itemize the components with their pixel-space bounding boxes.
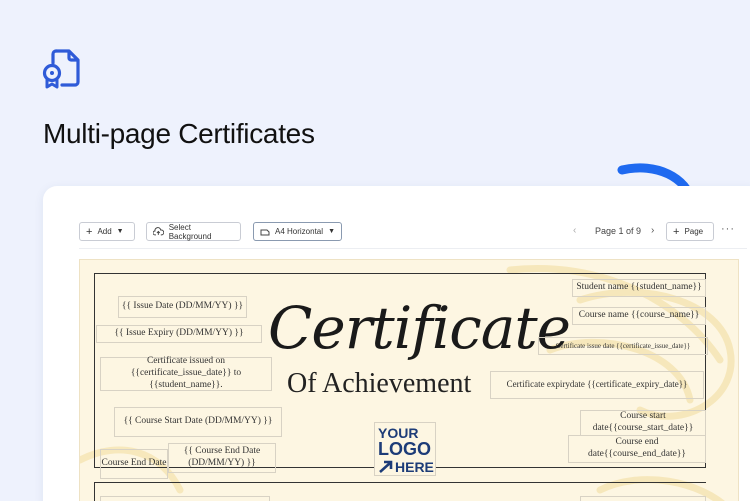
course-start-date-field[interactable]: {{ Course Start Date (DD/MM/YY) }} — [114, 407, 282, 437]
add-button[interactable]: + Add ▼ — [79, 222, 135, 241]
add-page-button[interactable]: + Page — [666, 222, 714, 241]
course-end-line: date{{course_end_date}} — [588, 449, 686, 459]
arrow-up-right-icon — [379, 460, 393, 473]
editor-toolbar: + Add ▼ Select Background A4 Horizontal … — [79, 222, 750, 242]
certificate-subtitle[interactable]: Of Achievement — [287, 368, 471, 400]
course-start-line: date{{course_start_date}} — [592, 423, 694, 433]
editor-panel: + Add ▼ Select Background A4 Horizontal … — [43, 186, 750, 501]
lower-field[interactable] — [580, 496, 706, 501]
course-end-date-field[interactable]: {{ Course End Date (DD/MM/YY) }} — [168, 443, 276, 473]
certificate-canvas[interactable]: Certificate Of Achievement {{ Issue Date… — [79, 259, 739, 501]
more-options-icon[interactable]: ··· — [721, 223, 735, 235]
page-title: Multi-page Certificates — [43, 118, 315, 149]
student-name-field[interactable]: Student name {{student_name}} — [572, 279, 706, 297]
add-page-label: Page — [684, 227, 704, 236]
issued-on-line: {{student_name}}. — [149, 379, 223, 390]
certificate-expiry-field[interactable]: Certificate expirydate {{certificate_exp… — [490, 371, 704, 399]
certificate-title[interactable]: Certificate — [268, 294, 571, 362]
issued-on-line: Certificate issued on — [146, 356, 226, 367]
page-size-select[interactable]: A4 Horizontal ▼ — [253, 222, 342, 241]
add-button-label: Add — [97, 227, 112, 236]
course-start-field[interactable]: Course start date{{course_start_date}} — [580, 410, 706, 436]
plus-icon: + — [86, 225, 93, 238]
caret-down-icon: ▼ — [328, 228, 335, 235]
certificate-document-icon — [42, 49, 80, 89]
course-name-field[interactable]: Course name {{course_name}} — [572, 307, 706, 325]
page-indicator: Page 1 of 9 — [595, 226, 642, 236]
caret-down-icon: ▼ — [116, 228, 124, 235]
cloud-upload-icon — [153, 227, 164, 236]
select-background-button[interactable]: Select Background — [146, 222, 241, 241]
page-icon — [260, 229, 270, 235]
issued-on-line: {{certificate_issue_date}} to — [130, 368, 242, 379]
logo-text: LOGO — [378, 439, 431, 459]
issued-on-field[interactable]: Certificate issued on {{certificate_issu… — [100, 356, 272, 391]
page-size-label: A4 Horizontal — [275, 227, 324, 236]
course-end-line: Course end — [615, 437, 659, 448]
select-background-label: Select Background — [168, 222, 212, 241]
chevron-left-icon[interactable]: ‹ — [573, 225, 576, 236]
toolbar-divider — [79, 248, 747, 249]
course-end-label-field[interactable]: Course End Date — [100, 449, 168, 479]
certificate-issue-date-field[interactable]: Certificate issue date {{certificate_iss… — [538, 337, 708, 355]
course-start-line: Course start — [620, 411, 666, 422]
logo-text: HERE — [395, 459, 434, 475]
issue-expiry-field[interactable]: {{ Issue Expiry (DD/MM/YY) }} — [96, 325, 262, 343]
course-end-date-line: {{ Course End Date — [183, 446, 261, 457]
lower-field[interactable] — [100, 496, 270, 501]
issue-date-field[interactable]: {{ Issue Date (DD/MM/YY) }} — [118, 296, 247, 318]
chevron-right-icon[interactable]: › — [651, 225, 654, 236]
course-end-field[interactable]: Course end date{{course_end_date}} — [568, 435, 706, 463]
plus-icon: + — [673, 225, 680, 238]
course-end-date-line: (DD/MM/YY) }} — [188, 458, 256, 468]
logo-placeholder[interactable]: YOUR LOGO HERE — [374, 422, 436, 476]
